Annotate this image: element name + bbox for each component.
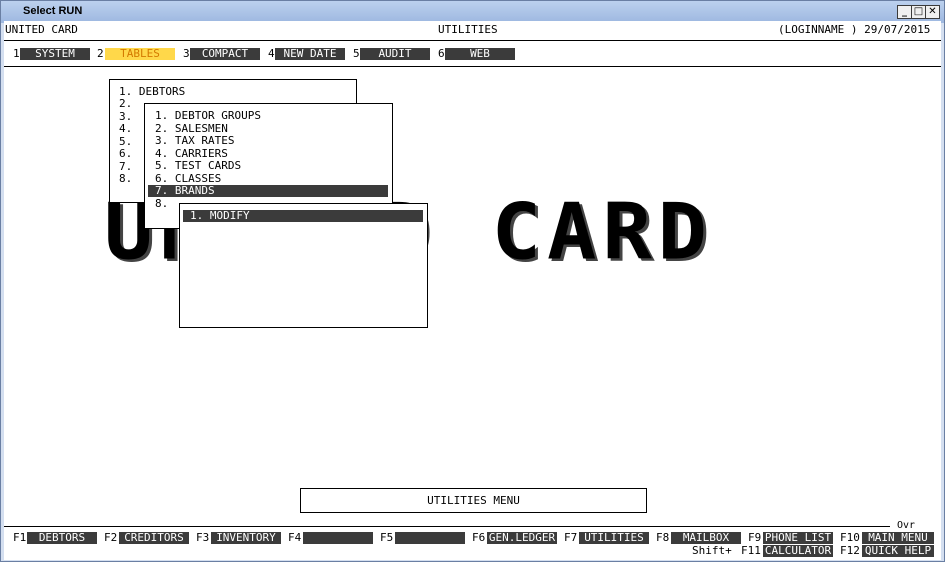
menu-num-web: 6 (438, 47, 445, 60)
f1-key: F1 (13, 531, 27, 544)
app-window: Select RUN _ □ ✕ UNITED CARD UTILITIES (… (0, 0, 945, 562)
tables-item-4[interactable]: 4. (119, 123, 132, 135)
window-title: Select RUN (23, 5, 83, 17)
menu-num-system: 1 (13, 47, 20, 60)
f12-key: F12 (840, 544, 860, 557)
shift-prefix: Shift+ (692, 544, 732, 557)
f10-key: F10 (840, 531, 860, 544)
menu-audit[interactable]: AUDIT (360, 48, 430, 60)
f5-button[interactable] (395, 532, 465, 544)
status-text: UTILITIES MENU (427, 494, 520, 507)
f9-key: F9 (748, 531, 762, 544)
f8-key: F8 (656, 531, 670, 544)
menu-system[interactable]: SYSTEM (20, 48, 90, 60)
f3-inventory-button[interactable]: INVENTORY (211, 532, 281, 544)
f7-key: F7 (564, 531, 578, 544)
company-name: UNITED CARD (5, 23, 78, 36)
f2-key: F2 (104, 531, 118, 544)
f5-key: F5 (380, 531, 394, 544)
debtors-item-3[interactable]: 3. TAX RATES (155, 135, 234, 147)
f2-creditors-button[interactable]: CREDITORS (119, 532, 189, 544)
f4-key: F4 (288, 531, 302, 544)
f8-mailbox-button[interactable]: MAILBOX (671, 532, 741, 544)
title-bar[interactable]: Select RUN _ □ ✕ (1, 1, 944, 23)
header-divider (4, 40, 941, 41)
f10-main-menu-button[interactable]: MAIN MENU (862, 532, 934, 544)
f6-key: F6 (472, 531, 486, 544)
debtors-item-8[interactable]: 8. (155, 198, 168, 210)
f6-gen-ledger-button[interactable]: GEN.LEDGER (487, 532, 557, 544)
debtors-item-7[interactable]: 7. BRANDS (155, 185, 215, 197)
maximize-button[interactable]: □ (911, 5, 926, 19)
menu-web[interactable]: WEB (445, 48, 515, 60)
brands-item-1[interactable]: 1. MODIFY (190, 210, 250, 222)
screen-title: UTILITIES (438, 23, 498, 36)
tables-item-8[interactable]: 8. (119, 173, 132, 185)
debtors-item-7-highlight[interactable]: 7. BRANDS (148, 185, 388, 197)
f4-button[interactable] (303, 532, 373, 544)
menu-new-date[interactable]: NEW DATE (275, 48, 345, 60)
f12-quick-help-button[interactable]: QUICK HELP (862, 545, 934, 557)
f7-utilities-button[interactable]: UTILITIES (579, 532, 649, 544)
f11-key: F11 (741, 544, 761, 557)
f3-key: F3 (196, 531, 210, 544)
brands-item-1-highlight[interactable]: 1. MODIFY (183, 210, 423, 222)
footer-divider (4, 526, 890, 527)
debtors-item-5[interactable]: 5. TEST CARDS (155, 160, 241, 172)
f9-phone-list-button[interactable]: PHONE LIST (763, 532, 833, 544)
menu-num-audit: 5 (353, 47, 360, 60)
menu-num-new-date: 4 (268, 47, 275, 60)
f11-calculator-button[interactable]: CALCULATOR (763, 545, 833, 557)
menu-num-tables: 2 (97, 47, 104, 60)
close-button[interactable]: ✕ (925, 5, 940, 19)
minimize-button[interactable]: _ (897, 5, 912, 19)
status-box: UTILITIES MENU (300, 488, 647, 513)
f1-debtors-button[interactable]: DEBTORS (27, 532, 97, 544)
tables-item-2[interactable]: 2. (119, 98, 132, 110)
debtors-item-1[interactable]: 1. DEBTOR GROUPS (155, 110, 261, 122)
menu-compact[interactable]: COMPACT (190, 48, 260, 60)
brands-menu: 1. MODIFY (179, 203, 428, 328)
menubar-divider (4, 66, 941, 67)
menu-tables[interactable]: TABLES (105, 48, 175, 60)
menu-num-compact: 3 (183, 47, 190, 60)
user-date: (LOGINNAME ) 29/07/2015 (778, 23, 931, 36)
terminal-screen: UNITED CARD UTILITIES (LOGINNAME ) 29/07… (4, 21, 941, 560)
tables-item-6[interactable]: 6. (119, 148, 132, 160)
